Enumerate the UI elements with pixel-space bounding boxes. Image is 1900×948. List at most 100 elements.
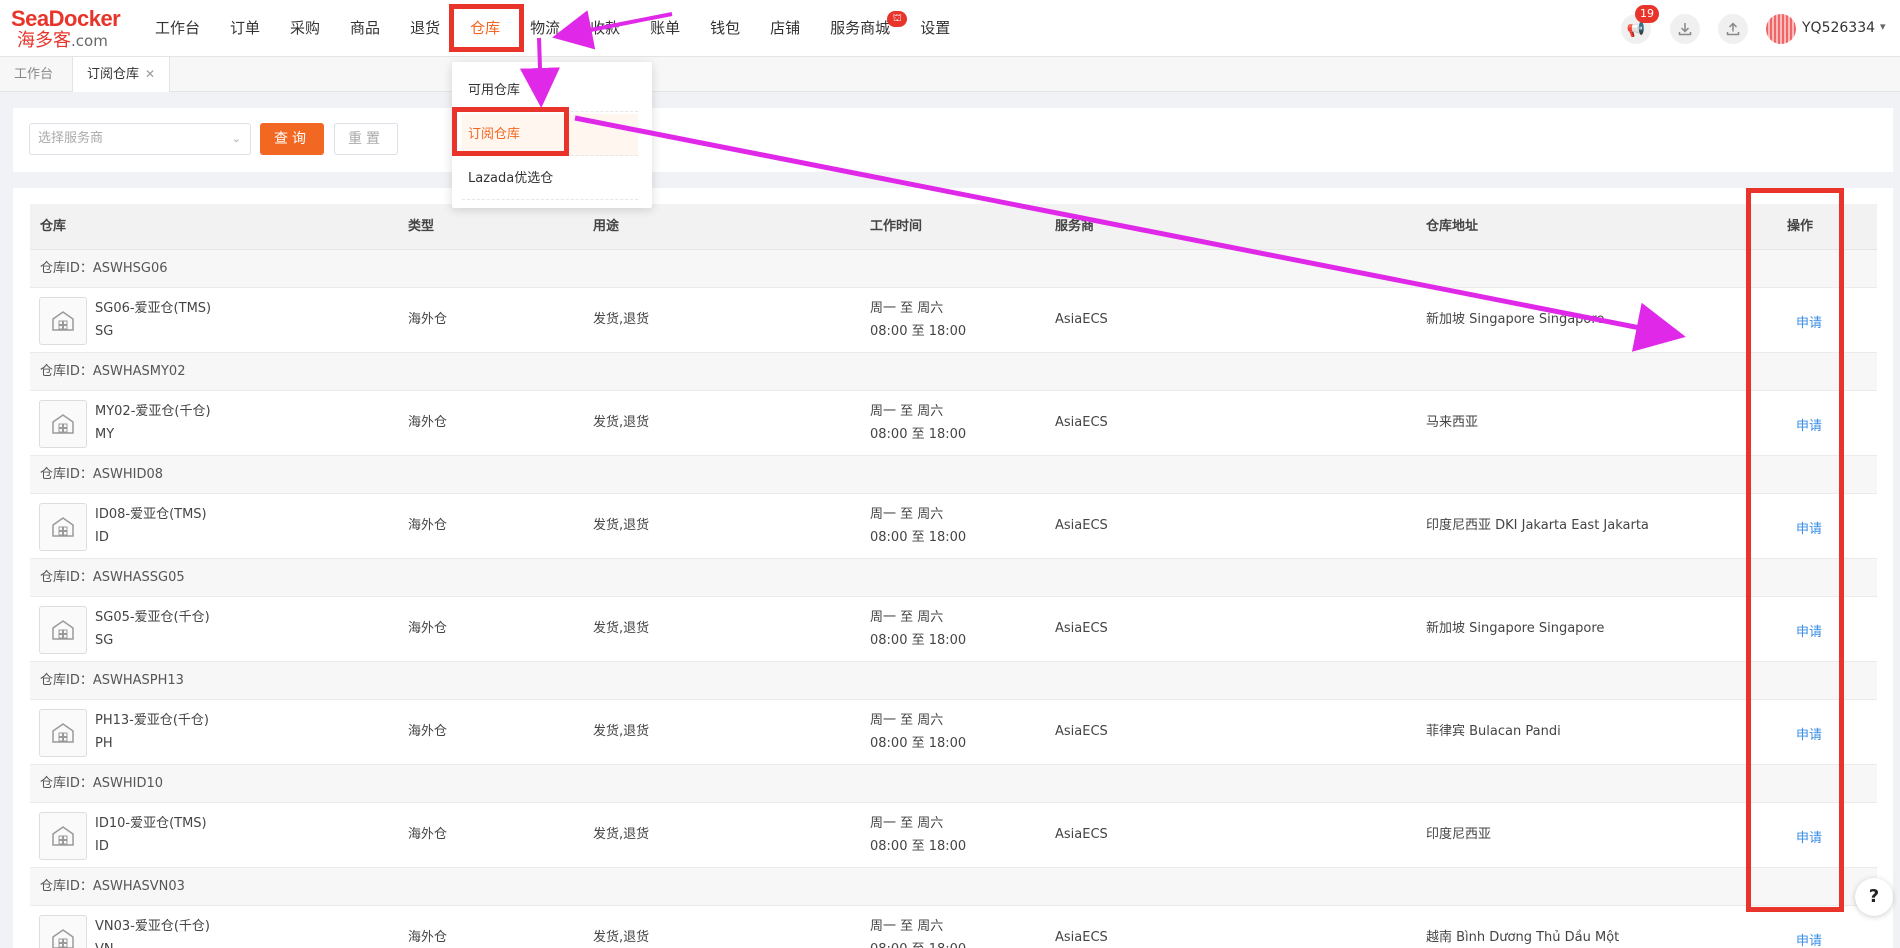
close-icon[interactable]: ✕ (145, 67, 155, 81)
warehouse-code: MY (95, 427, 115, 442)
working-hours: 08:00 至 18:00 (870, 427, 967, 442)
table-row: SG05-爱亚仓(千仓) SG 海外仓 发货,退货 周一 至 周六 08:00 至 18:… (30, 597, 1877, 662)
warehouse-id-row: 仓库ID：ASWHSG06 (30, 250, 1877, 288)
nav-item-label: 订单 (230, 19, 261, 37)
warehouse-table: 仓库 类型 用途 工作时间 服务商 仓库地址 操作 仓库ID：ASWHSG06 S… (13, 188, 1893, 948)
col-working-hours: 工作时间 (870, 219, 923, 234)
warehouse-usage: 发货,退货 (593, 312, 650, 327)
col-provider: 服务商 (1055, 219, 1095, 234)
working-hours: 08:00 至 18:00 (870, 530, 967, 545)
download-icon (1678, 23, 1692, 36)
working-days: 周一 至 周六 (870, 404, 944, 419)
tab-subscribed-warehouse[interactable]: 订阅仓库 ✕ (72, 57, 171, 92)
service-provider: AsiaECS (1055, 312, 1108, 327)
query-button[interactable]: 查询 (260, 123, 324, 155)
nav-item-0[interactable]: 工作台 (140, 0, 215, 57)
warehouse-id-value: ASWHSG06 (92, 261, 168, 276)
notification-count-badge: 19 (1635, 5, 1659, 23)
col-warehouse: 仓库 (40, 219, 67, 234)
warehouse-id-row: 仓库ID：ASWHID10 (30, 765, 1877, 803)
warehouse-code: PH (95, 736, 113, 751)
nav-item-7[interactable]: 收款 (575, 0, 635, 57)
warehouse-id-row: 仓库ID：ASWHASPH13 (30, 662, 1877, 700)
warehouse-icon (39, 812, 87, 860)
export-button[interactable] (1718, 14, 1748, 44)
warehouse-id-label: 仓库ID： (40, 467, 93, 482)
main-nav: 工作台 订单 采购 商品 退货 仓库 物流 收款 账单 钱包 店铺 服务商城 ⛫ 设置 (140, 0, 965, 57)
warehouse-id-label: 仓库ID： (40, 364, 93, 379)
warehouse-code: ID (95, 839, 109, 854)
warehouse-type: 海外仓 (408, 621, 448, 636)
warehouse-icon (39, 400, 87, 448)
nav-item-6[interactable]: 物流 (515, 0, 575, 57)
nav-item-8[interactable]: 账单 (635, 0, 695, 57)
warehouse-id-row: 仓库ID：ASWHASSG05 (30, 559, 1877, 597)
table-row: ID08-爱亚仓(TMS) ID 海外仓 发货,退货 周一 至 周六 08:00 至 18… (30, 494, 1877, 559)
working-days: 周一 至 周六 (870, 610, 944, 625)
seadocker-logo[interactable]: SeaDocker 海多客.com (11, 7, 121, 51)
warehouse-address: 菲律宾 Bulacan Pandi (1426, 724, 1561, 739)
warehouse-id-value: ASWHASPH13 (92, 673, 184, 688)
service-provider: AsiaECS (1055, 724, 1108, 739)
username[interactable]: YQ526334 (1802, 20, 1875, 36)
warehouse-code: ID (95, 530, 109, 545)
warehouse-usage: 发货,退货 (593, 621, 650, 636)
warehouse-name: VN03-爱亚仓(千仓) (95, 919, 210, 934)
chevron-down-icon[interactable]: ▾ (1880, 20, 1886, 33)
nav-item-12[interactable]: 设置 (905, 0, 965, 57)
reset-button[interactable]: 重置 (334, 123, 398, 155)
nav-item-label: 账单 (650, 19, 681, 37)
provider-select[interactable]: 选择服务商 ⌄ (29, 123, 251, 155)
nav-item-3[interactable]: 商品 (335, 0, 395, 57)
nav-item-11[interactable]: 服务商城 ⛫ (815, 0, 908, 57)
working-days: 周一 至 周六 (870, 713, 944, 728)
warehouse-id-value: ASWHASMY02 (92, 364, 186, 379)
dropdown-item-available-warehouse[interactable]: 可用仓库 (462, 70, 638, 112)
service-provider: AsiaECS (1055, 827, 1108, 842)
help-button[interactable]: ? (1855, 878, 1893, 916)
warehouse-address: 越南 Bình Dương Thủ Dầu Một (1426, 930, 1620, 945)
warehouse-id-value: ASWHASVN03 (92, 879, 185, 894)
warehouse-icon (39, 709, 87, 757)
service-provider: AsiaECS (1055, 930, 1108, 945)
logo-sub: 海多客.com (17, 30, 108, 51)
nav-item-label: 工作台 (155, 19, 201, 37)
warehouse-type: 海外仓 (408, 930, 448, 945)
nav-item-1[interactable]: 订单 (215, 0, 275, 57)
warehouse-address: 印度尼西亚 (1426, 827, 1492, 842)
warehouse-type: 海外仓 (408, 518, 448, 533)
nav-item-9[interactable]: 钱包 (695, 0, 755, 57)
nav-item-4[interactable]: 退货 (395, 0, 455, 57)
working-days: 周一 至 周六 (870, 301, 944, 316)
warehouse-name: ID08-爱亚仓(TMS) (95, 507, 207, 522)
warehouse-id-value: ASWHID08 (92, 467, 164, 482)
nav-item-10[interactable]: 店铺 (755, 0, 815, 57)
nav-item-label: 收款 (590, 19, 621, 37)
table-header: 仓库 类型 用途 工作时间 服务商 仓库地址 操作 (30, 204, 1877, 250)
warehouse-usage: 发货,退货 (593, 930, 650, 945)
service-provider: AsiaECS (1055, 518, 1108, 533)
user-avatar[interactable] (1766, 14, 1796, 44)
apply-link[interactable]: 申请 (1796, 930, 1822, 948)
warehouse-usage: 发货,退货 (593, 827, 650, 842)
page-tabs: 工作台 订阅仓库 ✕ (0, 57, 1900, 92)
dropdown-highlight-box (452, 107, 569, 156)
warehouse-name: SG05-爱亚仓(千仓) (95, 610, 210, 625)
warehouse-id-row: 仓库ID：ASWHID08 (30, 456, 1877, 494)
dropdown-item-lazada-warehouse[interactable]: Lazada优选仓 (462, 158, 638, 200)
warehouse-icon (39, 297, 87, 345)
nav-item-2[interactable]: 采购 (275, 0, 335, 57)
action-column-highlight-box (1746, 188, 1844, 912)
warehouse-id-label: 仓库ID： (40, 879, 93, 894)
tab-workbench[interactable]: 工作台 (0, 57, 67, 92)
warehouse-id-value: ASWHASSG05 (92, 570, 185, 585)
service-provider: AsiaECS (1055, 415, 1108, 430)
top-navbar: SeaDocker 海多客.com 工作台 订单 采购 商品 退货 仓库 物流 收款 账单 钱包店… (0, 0, 1900, 57)
working-days: 周一 至 周六 (870, 507, 944, 522)
service-provider: AsiaECS (1055, 621, 1108, 636)
warehouse-id-label: 仓库ID： (40, 261, 93, 276)
warehouse-id-row: 仓库ID：ASWHASVN03 (30, 868, 1877, 906)
download-button[interactable] (1670, 14, 1700, 44)
announcement-button[interactable]: 📢 19 (1621, 5, 1659, 44)
table-row: VN03-爱亚仓(千仓) VN 海外仓 发货,退货 周一 至 周六 08:00 至 18:… (30, 906, 1877, 948)
